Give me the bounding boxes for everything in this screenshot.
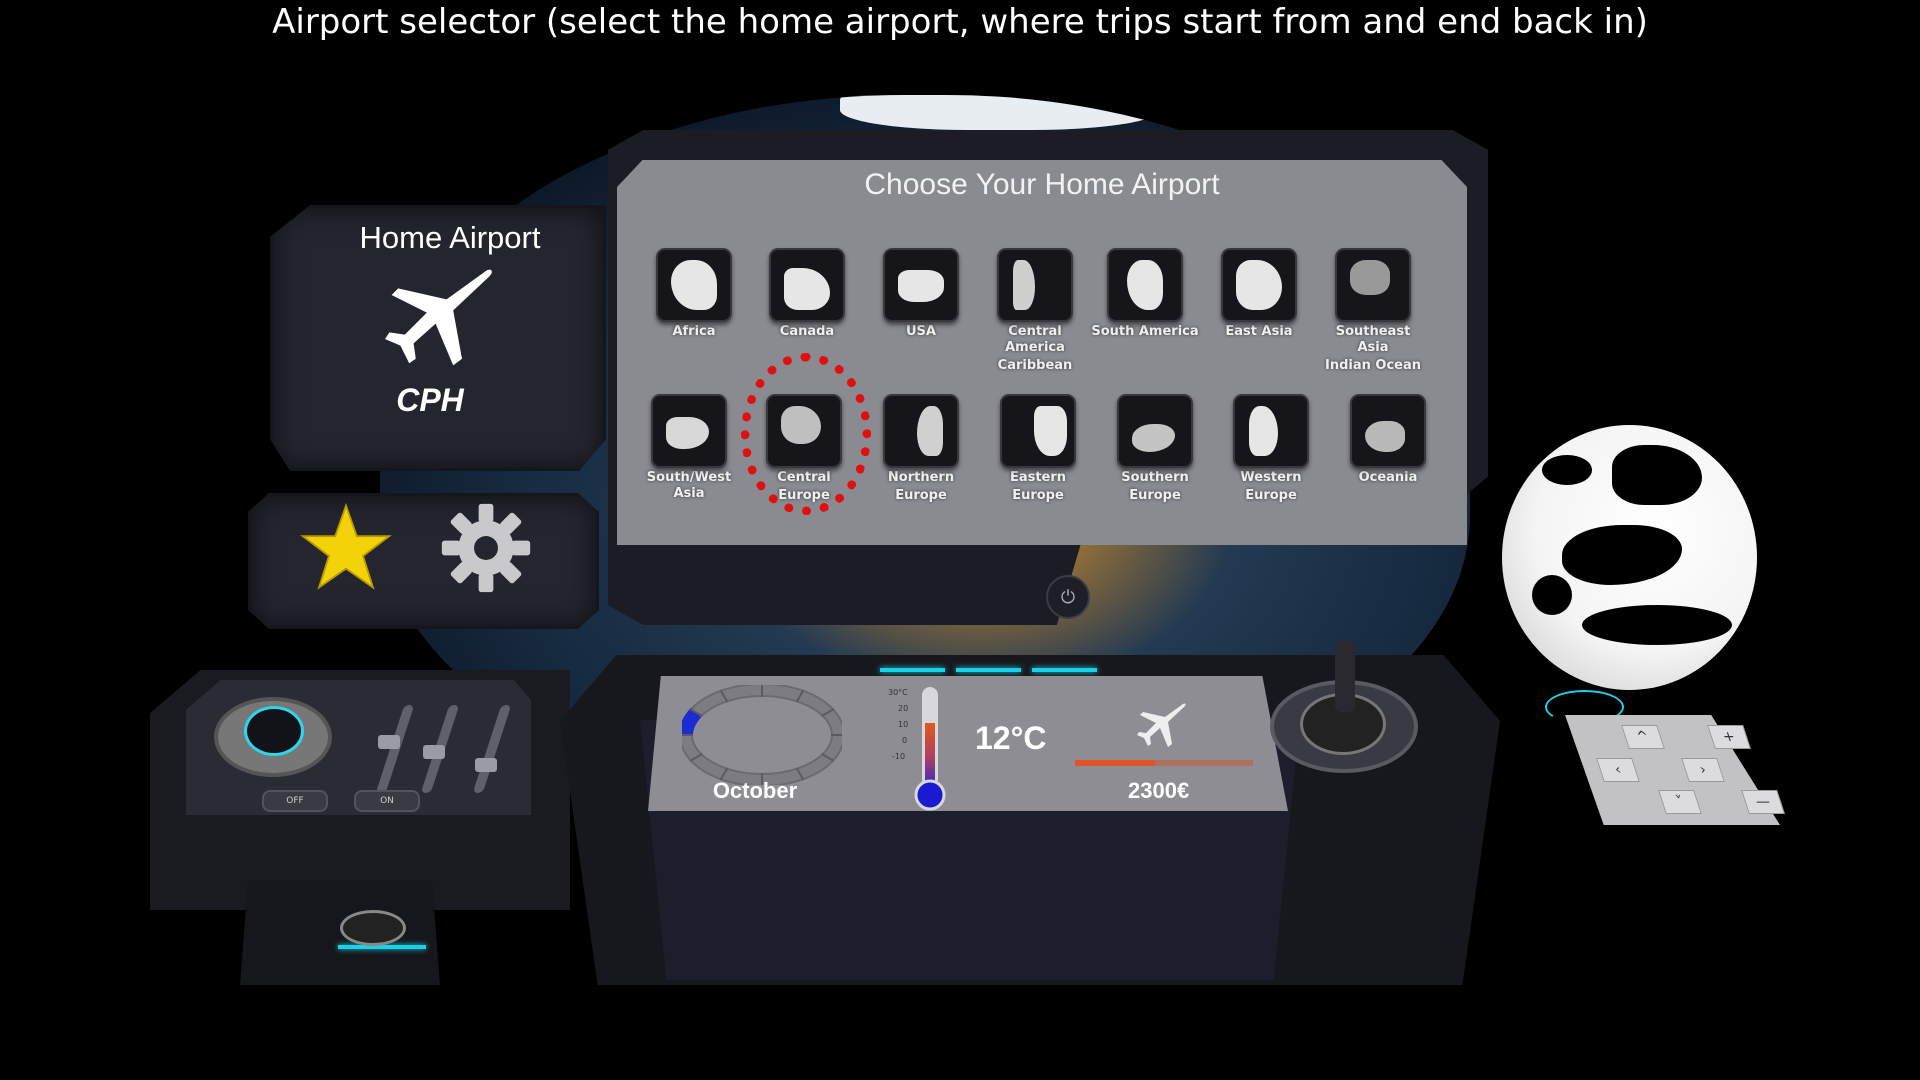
key-plus[interactable]: + <box>1707 725 1751 749</box>
dash-glow-1 <box>880 668 945 672</box>
southern-europe-map-icon <box>1117 394 1193 468</box>
region-africa[interactable]: Africa <box>639 248 749 342</box>
airplane-price-icon <box>1137 703 1186 747</box>
region-label: Southeast Asia <box>1335 324 1411 355</box>
canada-map-icon <box>769 248 845 322</box>
region-canada[interactable]: Canada <box>752 248 862 342</box>
region-label: Oceania <box>1358 470 1418 485</box>
region-southern-europe[interactable]: Southern Europe <box>1100 394 1210 504</box>
region-usa[interactable]: USA <box>866 248 976 342</box>
dash-glow-3 <box>1032 668 1097 672</box>
thermo-tick-0: 30°C <box>888 688 908 697</box>
key-down[interactable]: ˅ <box>1658 790 1702 814</box>
region-label-2: Europe <box>1245 488 1297 503</box>
joystick[interactable] <box>1335 640 1355 712</box>
region-label: Canada <box>779 324 835 339</box>
south-america-map-icon <box>1107 248 1183 322</box>
dash-glow-2 <box>956 668 1021 672</box>
temperature-readout: 12°C <box>975 720 1047 756</box>
key-right[interactable]: › <box>1681 758 1725 782</box>
western-europe-map-icon <box>1233 394 1309 468</box>
home-airport-title: Home Airport <box>359 220 541 255</box>
south-west-asia-map-icon <box>651 394 727 468</box>
southeast-asia-map-icon <box>1335 248 1411 322</box>
region-northern-europe[interactable]: Northern Europe <box>866 394 976 504</box>
slider-knob-3[interactable] <box>475 758 497 772</box>
region-western-europe[interactable]: Western Europe <box>1216 394 1326 504</box>
thermo-tick-3: 0 <box>902 736 907 745</box>
usa-map-icon <box>883 248 959 322</box>
region-southeast-asia-indian-ocean[interactable]: Southeast Asia Indian Ocean <box>1318 248 1428 374</box>
airplane-icon <box>385 269 492 366</box>
region-label: Western <box>1240 470 1302 485</box>
region-label: Eastern <box>1009 470 1067 485</box>
gear-icon[interactable] <box>440 502 532 594</box>
region-label: Africa <box>672 324 716 339</box>
region-central-america-caribbean[interactable]: Central America Caribbean <box>980 248 1090 374</box>
month-ring-gauge <box>682 685 842 785</box>
region-south-west-asia[interactable]: South/West Asia <box>634 394 744 504</box>
month-label: October <box>712 778 798 803</box>
east-asia-map-icon <box>1221 248 1297 322</box>
key-minus[interactable]: — <box>1741 790 1785 814</box>
oceania-map-icon <box>1350 394 1426 468</box>
region-label-2: Europe <box>1129 488 1181 503</box>
region-east-asia[interactable]: East Asia <box>1204 248 1314 342</box>
price-bar-fill <box>1075 760 1155 766</box>
mini-globe[interactable] <box>1502 425 1757 690</box>
northern-europe-map-icon <box>883 394 959 468</box>
star-icon[interactable] <box>300 502 392 592</box>
africa-map-icon <box>656 248 732 322</box>
lower-knob-panel <box>240 880 440 985</box>
region-south-america[interactable]: South America <box>1090 248 1200 342</box>
region-label: Southern <box>1121 470 1189 485</box>
caption-text: Airport selector (select the home airpor… <box>272 2 1648 42</box>
key-left[interactable]: ‹ <box>1596 758 1640 782</box>
region-label: Northern <box>887 470 955 485</box>
region-eastern-europe[interactable]: Eastern Europe <box>983 394 1093 504</box>
chooser-title: Choose Your Home Airport <box>864 168 1220 201</box>
slider-knob-2[interactable] <box>423 745 445 759</box>
region-label: USA <box>906 324 936 339</box>
region-label: South/West Asia <box>646 470 732 501</box>
region-label-2: Europe <box>1012 488 1064 503</box>
slider-knob-1[interactable] <box>378 735 400 749</box>
region-label-2: Caribbean <box>997 358 1073 373</box>
key-up[interactable]: ^ <box>1621 725 1665 749</box>
lower-knob-glow <box>338 945 426 949</box>
thermo-tick-4: -10 <box>892 752 905 761</box>
region-oceania[interactable]: Oceania <box>1333 394 1443 488</box>
lower-knob[interactable] <box>340 910 406 946</box>
selection-highlight-circle <box>741 353 871 515</box>
home-airport-code: CPH <box>396 382 464 418</box>
switch-off[interactable]: OFF <box>262 790 328 812</box>
rotary-dial-core <box>244 706 304 756</box>
thermo-tick-1: 20 <box>898 704 908 713</box>
region-label-2: Europe <box>895 488 947 503</box>
region-label: Central America <box>1005 324 1065 355</box>
region-label-2: Indian Ocean <box>1324 358 1421 373</box>
central-america-map-icon <box>997 248 1073 322</box>
thermometer-icon: 30°C 20 10 0 -10 <box>888 687 946 811</box>
eastern-europe-map-icon <box>1000 394 1076 468</box>
switch-on[interactable]: ON <box>354 790 420 812</box>
region-label: South America <box>1091 324 1199 339</box>
thermo-tick-2: 10 <box>898 720 908 729</box>
region-label: East Asia <box>1225 324 1293 339</box>
price-readout: 2300€ <box>1128 778 1190 803</box>
power-icon[interactable]: ⏻ <box>1046 575 1090 619</box>
